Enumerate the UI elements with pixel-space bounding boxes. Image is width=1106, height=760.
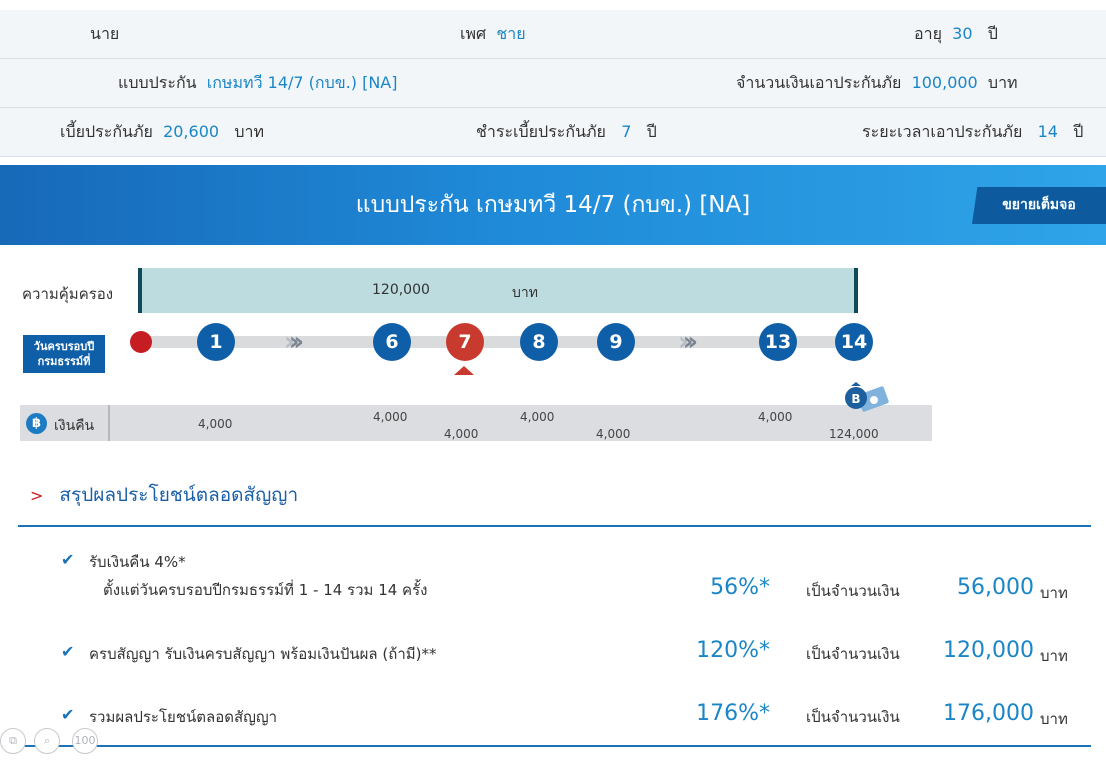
- plan-banner: แบบประกัน เกษมทวี 14/7 (กบข.) [NA] ขยายเ…: [0, 165, 1106, 245]
- payment-term: ชำระเบี้ยประกันภัย 7 ปี: [476, 108, 657, 156]
- timeline-track: [140, 336, 855, 348]
- cashback-amount-year-8: 4,000: [520, 410, 555, 424]
- cashback-label: เงินคืน: [54, 418, 95, 434]
- pay-value: 7: [621, 122, 632, 141]
- age-label: อายุ: [914, 24, 942, 43]
- plan-label: แบบประกัน: [118, 73, 197, 92]
- benefit-amount: 56,000: [957, 575, 1034, 600]
- age: อายุ 30 ปี: [914, 10, 998, 58]
- timeline-start-dot: [130, 331, 152, 353]
- year-circle-13[interactable]: 13: [759, 323, 797, 361]
- check-icon: ✔: [61, 550, 75, 569]
- info-row-plan: แบบประกัน เกษมทวี 14/7 (กบข.) [NA] จำนวน…: [0, 59, 1106, 108]
- banner-title: แบบประกัน เกษมทวี 14/7 (กบข.) [NA]: [355, 192, 751, 218]
- year-circle-1[interactable]: 1: [197, 323, 235, 361]
- anniversary-label-line1: วันครบรอบปี: [33, 340, 95, 353]
- year-circle-14[interactable]: 14: [835, 323, 873, 361]
- benefit-unit: บาท: [1040, 647, 1068, 665]
- check-icon: ✔: [61, 642, 75, 661]
- sum-insured: จำนวนเงินเอาประกันภัย 100,000 บาท: [736, 59, 1018, 107]
- age-value: 30: [952, 24, 973, 43]
- benefit-amount-label: เป็นจำนวนเงิน: [806, 582, 900, 600]
- plan-value: เกษมทวี 14/7 (กบข.) [NA]: [206, 73, 398, 92]
- anniversary-badge: วันครบรอบปี กรมธรรม์ที่: [23, 335, 105, 373]
- zoom-search-icon[interactable]: ⌕: [34, 728, 60, 754]
- title-label: นาย: [90, 24, 120, 43]
- benefit-unit: บาท: [1040, 584, 1068, 602]
- benefit-text: รวมผลประโยชน์ตลอดสัญญา: [89, 708, 278, 726]
- benefit-text: ครบสัญญา รับเงินครบสัญญา พร้อมเงินปันผล …: [89, 645, 437, 663]
- summary-heading[interactable]: > สรุปผลประโยชน์ตลอดสัญญา: [30, 480, 298, 510]
- term-value: 14: [1037, 122, 1058, 141]
- benefit-amount: 120,000: [943, 638, 1034, 663]
- premium-label: เบี้ยประกันภัย: [60, 122, 153, 141]
- benefit-percent: 176%*: [696, 701, 770, 726]
- pay-label: ชำระเบี้ยประกันภัย: [476, 122, 606, 141]
- coverage-term: ระยะเวลาเอาประกันภัย 14 ปี: [862, 108, 1083, 156]
- cashback-amount-year-7: 4,000: [444, 427, 479, 441]
- cashback-amount-year-1: 4,000: [198, 417, 233, 431]
- baht-coin-icon: ฿: [26, 413, 47, 434]
- premium-value: 20,600: [163, 122, 220, 141]
- sum-unit: บาท: [987, 73, 1018, 92]
- summary-heading-text: สรุปผลประโยชน์ตลอดสัญญา: [59, 484, 299, 506]
- gender: เพศ ชาย: [460, 10, 526, 58]
- cashback-bar: ฿ เงินคืน 4,000 4,000 4,000 4,000 4,000 …: [20, 405, 932, 441]
- svg-text:B: B: [851, 392, 860, 406]
- cashback-amount-year-13: 4,000: [758, 410, 793, 424]
- anniversary-label-line2: กรมธรรม์ที่: [37, 355, 91, 368]
- cashback-amount-year-14: 124,000: [829, 427, 879, 441]
- fullscreen-button[interactable]: ขยายเต็มจอ: [972, 187, 1106, 224]
- plan: แบบประกัน เกษมทวี 14/7 (กบข.) [NA]: [118, 59, 397, 107]
- benefit-text: รับเงินคืน 4%*: [89, 553, 186, 571]
- term-label: ระยะเวลาเอาประกันภัย: [862, 122, 1023, 141]
- skip-chevron-icon: ›››: [284, 327, 304, 357]
- summary-divider: [18, 525, 1091, 527]
- benefit-amount-label: เป็นจำนวนเงิน: [806, 708, 900, 726]
- gender-value: ชาย: [496, 24, 526, 43]
- summary-bottom-divider: [18, 745, 1091, 747]
- age-unit: ปี: [987, 24, 998, 43]
- coverage-amount: 120,000: [372, 282, 430, 298]
- zoom-level[interactable]: 100: [72, 728, 98, 754]
- benefit-unit: บาท: [1040, 710, 1068, 728]
- year-circle-8[interactable]: 8: [520, 323, 558, 361]
- chevron-right-icon: >: [30, 486, 44, 505]
- premium: เบี้ยประกันภัย 20,600 บาท: [60, 108, 264, 156]
- benefit-percent: 120%*: [696, 638, 770, 663]
- year-circle-7[interactable]: 7: [446, 323, 484, 361]
- coverage-label: ความคุ้มครอง: [22, 285, 114, 303]
- premium-unit: บาท: [234, 122, 264, 141]
- cashback-label-box: ฿ เงินคืน: [20, 405, 110, 441]
- sum-value: 100,000: [911, 73, 978, 92]
- benefit-subtext: ตั้งแต่วันครบรอบปีกรมธรรม์ที่ 1 - 14 รวม…: [103, 581, 428, 599]
- term-unit: ปี: [1073, 122, 1084, 141]
- money-bag-icon: B: [845, 382, 889, 412]
- sum-label: จำนวนเงินเอาประกันภัย: [736, 73, 902, 92]
- coverage-unit: บาท: [512, 285, 538, 301]
- year-circle-6[interactable]: 6: [373, 323, 411, 361]
- current-year-marker-icon: [454, 366, 474, 375]
- info-row-personal: นาย เพศ ชาย อายุ 30 ปี: [0, 10, 1106, 59]
- benefit-amount: 176,000: [943, 701, 1034, 726]
- coverage-bar: 120,000 บาท: [138, 268, 858, 313]
- benefit-amount-label: เป็นจำนวนเงิน: [806, 645, 900, 663]
- check-icon: ✔: [61, 705, 75, 724]
- gender-label: เพศ: [460, 24, 487, 43]
- cashback-amount-year-6: 4,000: [373, 410, 408, 424]
- cashback-amount-year-9: 4,000: [596, 427, 631, 441]
- benefit-percent: 56%*: [710, 575, 770, 600]
- info-row-premium: เบี้ยประกันภัย 20,600 บาท ชำระเบี้ยประกั…: [0, 108, 1106, 157]
- copy-icon[interactable]: ⧉: [0, 728, 26, 754]
- pay-unit: ปี: [646, 122, 657, 141]
- year-circle-9[interactable]: 9: [597, 323, 635, 361]
- skip-chevron-icon: ›››: [678, 327, 698, 357]
